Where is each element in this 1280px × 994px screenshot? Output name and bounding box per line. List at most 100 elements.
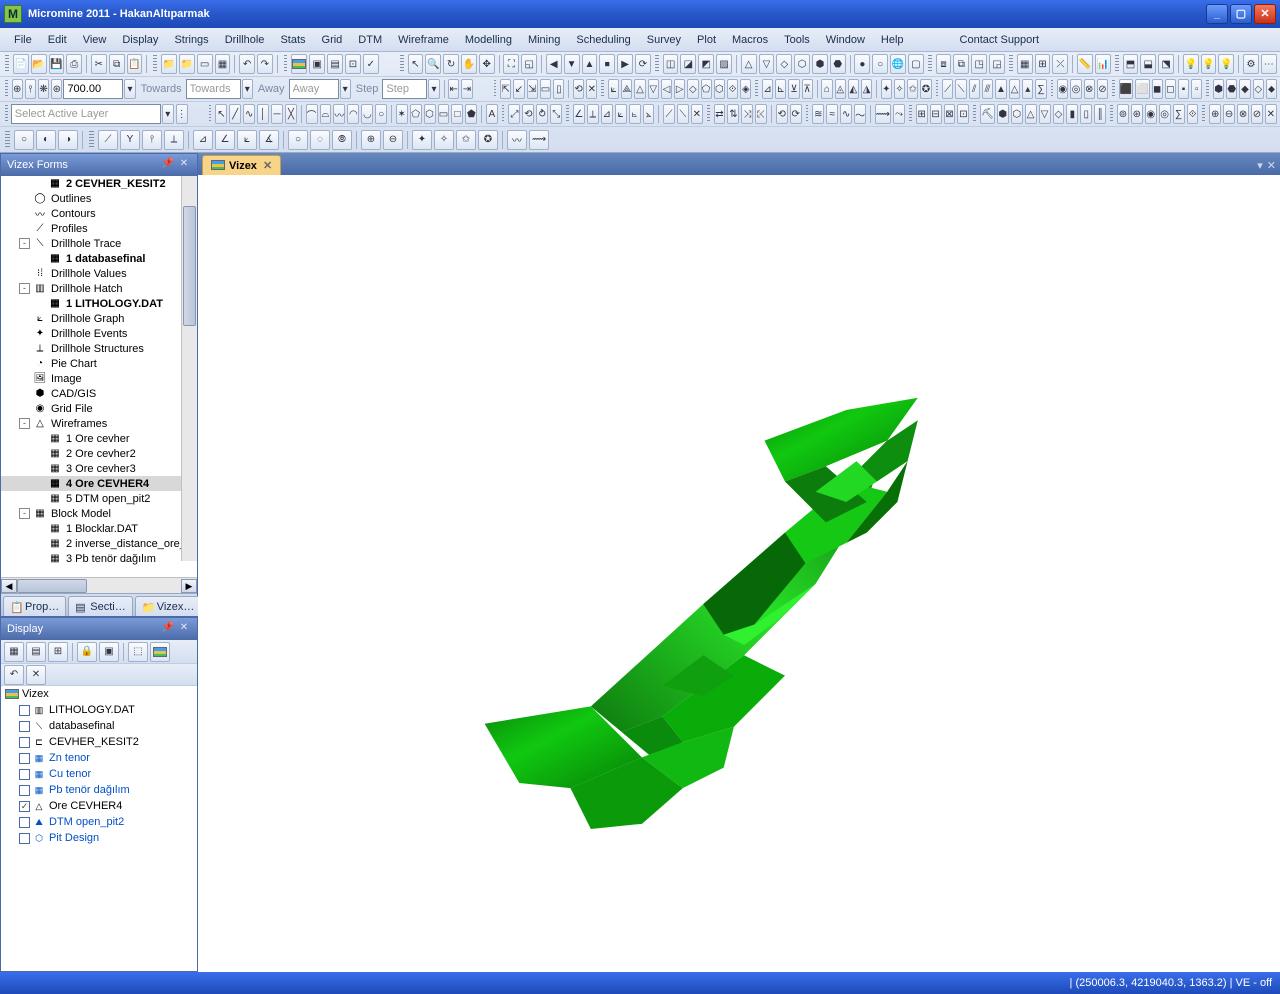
layer-select[interactable] xyxy=(11,104,161,124)
tool-t3-icon[interactable]: ⊗ xyxy=(1084,79,1095,99)
xform-1-icon[interactable]: ⇄ xyxy=(714,104,726,124)
menu-strings[interactable]: Strings xyxy=(166,31,216,49)
tool-view2-icon[interactable]: ▤ xyxy=(327,54,343,74)
snap-3-icon[interactable]: ◑ xyxy=(58,130,78,150)
menu-scheduling[interactable]: Scheduling xyxy=(568,31,638,49)
tool-m2-icon[interactable]: ⟁ xyxy=(621,79,632,99)
end-3-icon[interactable]: ⊗ xyxy=(1237,104,1249,124)
xform-5-icon[interactable]: ⟲ xyxy=(776,104,788,124)
tool-u5-icon[interactable]: ▪ xyxy=(1178,79,1189,99)
tree-node[interactable]: -⟍Drillhole Trace xyxy=(1,236,197,251)
tool-prev-icon[interactable]: ⇤ xyxy=(448,79,459,99)
toolbar-grip[interactable] xyxy=(1110,105,1113,123)
toolbar-grip[interactable] xyxy=(502,105,505,123)
tab-properties[interactable]: 📋Prop… xyxy=(3,596,66,616)
tree-node[interactable]: ◯Outlines xyxy=(1,191,197,206)
toolbar-grip[interactable] xyxy=(806,105,809,123)
toolbar-grip[interactable] xyxy=(1009,55,1013,73)
tree-node[interactable]: ▦1 LITHOLOGY.DAT xyxy=(1,296,197,311)
tool-v2-icon[interactable]: ⬣ xyxy=(1226,79,1237,99)
tool-3d2-icon[interactable]: ⧉ xyxy=(953,54,969,74)
draw-star-icon[interactable]: ✶ xyxy=(396,104,408,124)
forms-tree[interactable]: ▦2 CEVHER_KESIT2◯Outlines〰Contours⟋Profi… xyxy=(1,176,197,577)
vizex-tab-close-icon[interactable]: ✕ xyxy=(263,159,272,172)
tool-more-icon[interactable]: ⋯ xyxy=(1261,54,1277,74)
toolbar-grip[interactable] xyxy=(655,55,659,73)
menu-macros[interactable]: Macros xyxy=(724,31,776,49)
toolbar-grip[interactable] xyxy=(5,80,8,98)
meas-8-icon[interactable]: ⟍ xyxy=(677,104,689,124)
distance-dropdown-icon[interactable]: ▾ xyxy=(124,79,135,99)
draw-ring-icon[interactable]: ○ xyxy=(375,104,387,124)
tool-pointer-icon[interactable]: ↖ xyxy=(408,54,424,74)
fin-4-icon[interactable]: ◎ xyxy=(1159,104,1171,124)
tool-s2-icon[interactable]: ⟍ xyxy=(955,79,966,99)
dh-9-icon[interactable]: ○ xyxy=(288,130,308,150)
str-3-icon[interactable]: ∿ xyxy=(840,104,852,124)
dh-12-icon[interactable]: ⊕ xyxy=(361,130,381,150)
tool-t2-icon[interactable]: ◎ xyxy=(1070,79,1081,99)
dh-4-icon[interactable]: ⟂ xyxy=(164,130,184,150)
tool-nav-stop-icon[interactable]: ⏹ xyxy=(599,54,615,74)
dtool-4-icon[interactable]: 🔒 xyxy=(77,642,97,662)
xform-6-icon[interactable]: ⟳ xyxy=(790,104,802,124)
towards-input[interactable] xyxy=(186,79,241,99)
end-4-icon[interactable]: ⊘ xyxy=(1251,104,1263,124)
tool-wf6-icon[interactable]: ⬣ xyxy=(830,54,846,74)
menu-tools[interactable]: Tools xyxy=(776,31,818,49)
display-item[interactable]: ⟍databasefinal xyxy=(1,718,197,734)
menu-drillhole[interactable]: Drillhole xyxy=(217,31,273,49)
tool-s7-icon[interactable]: ▴ xyxy=(1022,79,1033,99)
dh-11-icon[interactable]: ⦾ xyxy=(332,130,352,150)
tool-sq-icon[interactable]: ▢ xyxy=(908,54,924,74)
draw-horiz-icon[interactable]: ─ xyxy=(271,104,283,124)
draw-text-icon[interactable]: A xyxy=(486,104,498,124)
tool-wf4-icon[interactable]: ⬡ xyxy=(794,54,810,74)
tool-open-icon[interactable]: 📂 xyxy=(31,54,47,74)
draw-vert-icon[interactable]: │ xyxy=(257,104,269,124)
tab-sections[interactable]: ▤Secti… xyxy=(68,596,132,616)
tool-sphere-icon[interactable]: ● xyxy=(854,54,870,74)
dtool-3-icon[interactable]: ⊞ xyxy=(48,642,68,662)
tree-node[interactable]: ⟂Drillhole Structures xyxy=(1,341,197,356)
str-4-icon[interactable]: 〜 xyxy=(854,104,866,124)
meas-2-icon[interactable]: ⟂ xyxy=(587,104,599,124)
dtool-6-icon[interactable]: ⬚ xyxy=(128,642,148,662)
end-2-icon[interactable]: ⊖ xyxy=(1223,104,1235,124)
dtool-del-icon[interactable]: ✕ xyxy=(26,665,46,685)
draw-arc-icon[interactable]: ◠ xyxy=(347,104,359,124)
tool-3d1-icon[interactable]: ⧈ xyxy=(936,54,952,74)
menu-help[interactable]: Help xyxy=(873,31,912,49)
menu-file[interactable]: File xyxy=(6,31,40,49)
tab-vizex[interactable]: 📁Vizex… xyxy=(135,596,202,616)
tool-new-icon[interactable]: 📄 xyxy=(13,54,29,74)
forms-scrollbar-h[interactable]: ◀ ▶ xyxy=(1,577,197,593)
tool-wf1-icon[interactable]: △ xyxy=(741,54,757,74)
tool-table-icon[interactable]: ▦ xyxy=(215,54,231,74)
tool-q1-icon[interactable]: ⌂ xyxy=(821,79,832,99)
draw-poly-icon[interactable]: ∿ xyxy=(243,104,255,124)
tool-fit-icon[interactable]: ⛶ xyxy=(503,54,519,74)
dtool-7-icon[interactable] xyxy=(150,642,170,662)
tool-r4-icon[interactable]: ✪ xyxy=(920,79,931,99)
close-button[interactable]: ✕ xyxy=(1254,4,1276,24)
tool-m1-icon[interactable]: ⟀ xyxy=(608,79,619,99)
step-dropdown-icon[interactable]: ▾ xyxy=(428,79,439,99)
dh-3-icon[interactable]: ⫯ xyxy=(142,130,162,150)
distance-input[interactable] xyxy=(63,79,123,99)
mod-3-icon[interactable]: ⊠ xyxy=(944,104,956,124)
pit-9-icon[interactable]: ║ xyxy=(1094,104,1106,124)
tool-cube1-icon[interactable]: ◫ xyxy=(663,54,679,74)
dh-17-icon[interactable]: ✪ xyxy=(478,130,498,150)
expand-icon[interactable]: - xyxy=(19,418,30,429)
tool-v4-icon[interactable]: ◇ xyxy=(1253,79,1264,99)
display-item[interactable]: ✓△Ore CEVHER4 xyxy=(1,798,197,814)
dh-14-icon[interactable]: ✦ xyxy=(412,130,432,150)
dh-5-icon[interactable]: ⊿ xyxy=(193,130,213,150)
tree-node[interactable]: -▥Drillhole Hatch xyxy=(1,281,197,296)
toolbar-grip[interactable] xyxy=(936,80,939,98)
toolbar-grip[interactable] xyxy=(1202,105,1205,123)
tool-3d3-icon[interactable]: ◳ xyxy=(971,54,987,74)
display-item[interactable]: ⊏CEVHER_KESIT2 xyxy=(1,734,197,750)
tool-u6-icon[interactable]: ▫ xyxy=(1191,79,1202,99)
